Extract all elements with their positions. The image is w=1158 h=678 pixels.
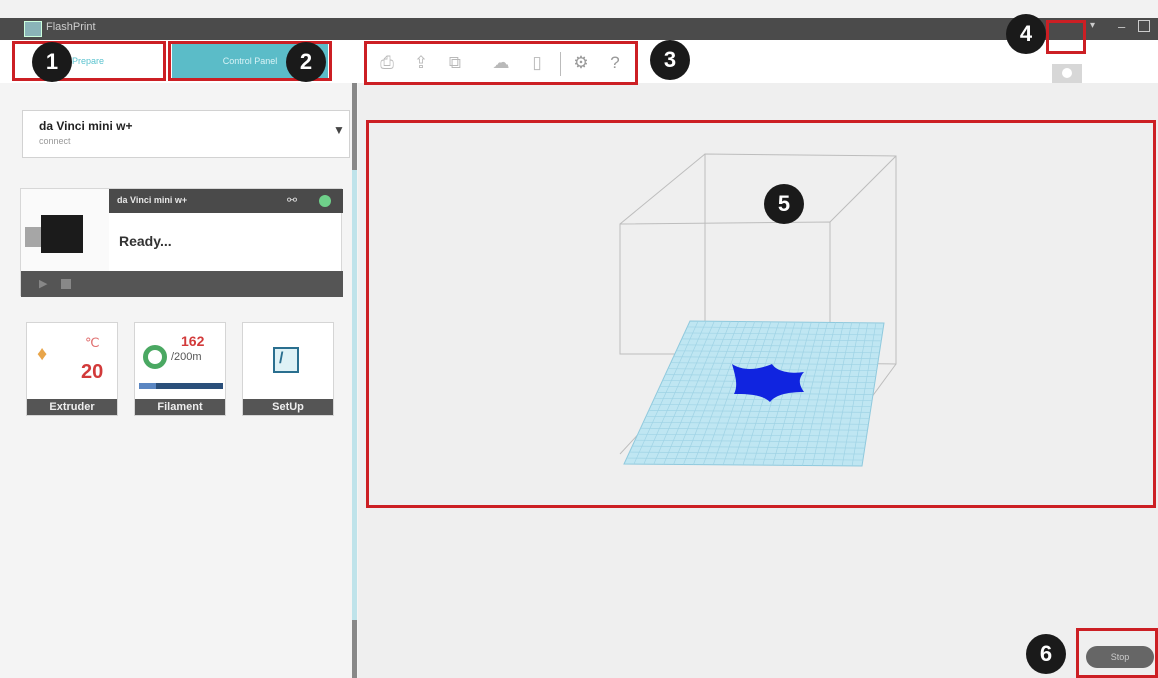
minimize-icon[interactable]: – xyxy=(1118,19,1125,34)
printer-card: da Vinci mini w+ ⚯ Ready... ▶ xyxy=(20,188,343,297)
annotation-marker-6: 6 xyxy=(1026,634,1066,674)
filament-used: 162 xyxy=(181,333,205,349)
status-indicator xyxy=(319,195,331,207)
filament-label: Filament xyxy=(135,399,225,415)
extruder-label: Extruder xyxy=(27,399,117,415)
play-icon[interactable]: ▶ xyxy=(39,277,47,290)
chevron-down-icon[interactable]: ▼ xyxy=(333,123,345,137)
filament-spool-icon xyxy=(143,345,167,369)
wifi-icon: ⚯ xyxy=(287,193,298,207)
extruder-temperature: 20 xyxy=(81,361,104,383)
setup-label: SetUp xyxy=(243,399,333,415)
scrollbar-thumb[interactable] xyxy=(352,170,357,620)
annotation-marker-4: 4 xyxy=(1006,14,1046,54)
extruder-tile[interactable]: ♦ ℃ 20 Extruder xyxy=(26,322,118,416)
annotation-marker-1: 1 xyxy=(32,42,72,82)
printer-card-header: da Vinci mini w+ ⚯ xyxy=(109,189,343,213)
filament-total: /200m xyxy=(171,351,202,363)
printer-connection: connect xyxy=(39,136,71,146)
setup-tile[interactable]: / SetUp xyxy=(242,322,334,416)
annotation-marker-3: 3 xyxy=(650,40,690,80)
printer-image xyxy=(21,189,109,271)
stop-icon[interactable] xyxy=(61,279,71,289)
filament-progress-fill xyxy=(139,383,156,389)
extruder-unit: ℃ xyxy=(85,335,100,350)
printer-card-model: da Vinci mini w+ xyxy=(117,195,188,205)
annotation-box-3 xyxy=(364,41,638,85)
maximize-icon[interactable] xyxy=(1138,20,1150,32)
extruder-icon: ♦ xyxy=(37,343,48,365)
annotation-marker-2: 2 xyxy=(286,42,326,82)
annotation-box-4 xyxy=(1046,20,1086,54)
printer-card-controls: ▶ xyxy=(21,271,343,297)
dropdown-icon[interactable]: ▾ xyxy=(1090,20,1095,31)
pencil-icon: / xyxy=(279,350,284,367)
printer-status: Ready... xyxy=(119,233,172,249)
app-logo-icon xyxy=(24,21,42,37)
title-bar: FlashPrint ▾ – xyxy=(0,18,1158,40)
printer-select[interactable]: da Vinci mini w+ connect ▼ xyxy=(22,110,350,158)
printer-name: da Vinci mini w+ xyxy=(39,119,133,133)
annotation-box-5 xyxy=(366,120,1156,508)
filament-progress-bar xyxy=(139,383,223,389)
annotation-box-6 xyxy=(1076,628,1158,678)
filament-tile[interactable]: 162 /200m Filament xyxy=(134,322,226,416)
annotation-marker-5: 5 xyxy=(764,184,804,224)
printer-image-body xyxy=(41,215,83,253)
setup-icon: / xyxy=(273,347,299,373)
window-title: FlashPrint xyxy=(46,21,96,33)
